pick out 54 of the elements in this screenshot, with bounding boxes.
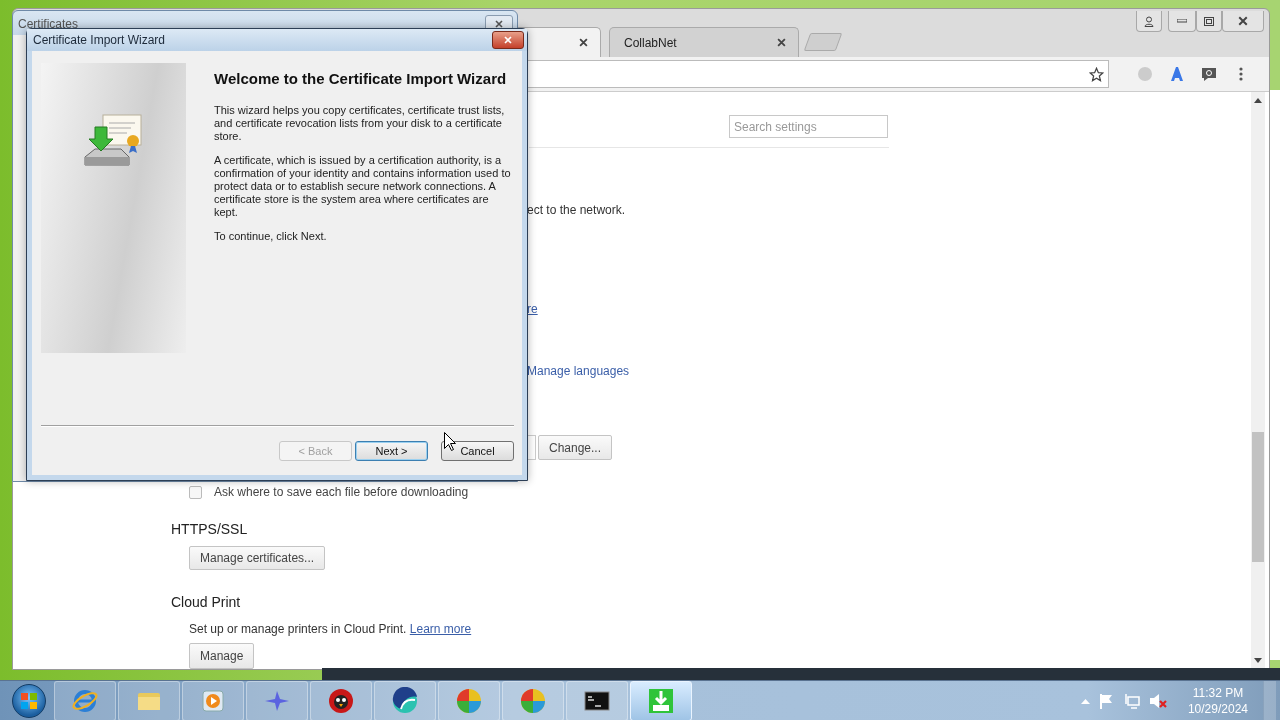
- search-field[interactable]: Search settings: [729, 115, 888, 138]
- cloud-print-text: Set up or manage printers in Cloud Print. Learn more: [189, 622, 472, 636]
- scroll-down-icon[interactable]: [1254, 658, 1262, 663]
- media-player-icon: [199, 687, 227, 715]
- mouse-cursor-icon: [444, 432, 456, 451]
- window-title: Certificate Import Wizard: [33, 33, 166, 47]
- close-button[interactable]: [492, 31, 524, 49]
- profile-button[interactable]: [1136, 11, 1162, 32]
- scrollbar-thumb[interactable]: [1252, 432, 1264, 562]
- bird-face-icon: [327, 687, 355, 715]
- speaker-muted-icon[interactable]: [1148, 693, 1167, 709]
- checkbox-label: Ask where to save each file before downloading: [214, 485, 469, 499]
- browser-icon: [71, 687, 99, 715]
- scrollbar[interactable]: [1251, 92, 1265, 669]
- manage-button[interactable]: Manage: [189, 643, 255, 669]
- wizard-paragraph: This wizard helps you copy certificates, certificate trust lists, and certificate revocation lists from your disk to a certificate store.: [214, 104, 506, 143]
- menu-icon[interactable]: [1239, 67, 1243, 81]
- maximize-button[interactable]: [1196, 11, 1222, 32]
- chat-icon[interactable]: [1201, 66, 1217, 82]
- section-heading: Cloud Print: [171, 594, 241, 610]
- close-icon: [495, 19, 503, 28]
- wizard-paragraph: To continue, click Next.: [214, 230, 328, 243]
- colorful-ball-icon: [519, 687, 547, 715]
- colorful-ball-icon: [455, 687, 483, 715]
- network-text: ect to the network.: [527, 203, 626, 218]
- wizard-paragraph: A certificate, which is issued by a certification authority, is a confirmation of your identity and contains information used to protect data or to establish secure network connections. A certificate store is the system area where certificates are kept.: [214, 154, 512, 219]
- swirl-icon: [391, 687, 419, 715]
- close-button[interactable]: [1222, 11, 1264, 32]
- scroll-up-icon[interactable]: [1254, 98, 1262, 103]
- minimize-icon: [1177, 19, 1187, 23]
- maximize-icon: [1204, 16, 1214, 26]
- close-icon: [579, 38, 588, 47]
- wizard-button[interactable]: Cancel: [441, 441, 514, 461]
- close-icon: [777, 38, 786, 47]
- translate-icon[interactable]: [1169, 66, 1185, 82]
- manage-languages-link[interactable]: Manage languages: [527, 364, 630, 379]
- manage-certificates-button[interactable]: Manage certificates...: [189, 546, 326, 570]
- wizard-heading: Welcome to the Certificate Import Wizard: [214, 69, 508, 89]
- close-icon: [1238, 16, 1248, 26]
- window-title: Certificates: [18, 17, 79, 31]
- download-icon: [647, 687, 675, 715]
- start-button[interactable]: [12, 684, 46, 718]
- windows-logo-icon: [21, 693, 37, 709]
- change-button[interactable]: Change...: [538, 435, 613, 460]
- learn-more-link[interactable]: Learn more: [409, 622, 472, 636]
- checkbox[interactable]: [189, 485, 202, 499]
- wizard-button[interactable]: Next >: [355, 441, 428, 461]
- learn-more-link[interactable]: re: [527, 302, 538, 317]
- flag-icon[interactable]: [1098, 693, 1115, 709]
- person-icon: [1144, 15, 1154, 27]
- star-icon: [1089, 66, 1104, 82]
- section-heading: HTTPS/SSL: [171, 521, 248, 537]
- close-icon: [504, 36, 512, 44]
- browser-tab[interactable]: CollabNet: [609, 27, 799, 57]
